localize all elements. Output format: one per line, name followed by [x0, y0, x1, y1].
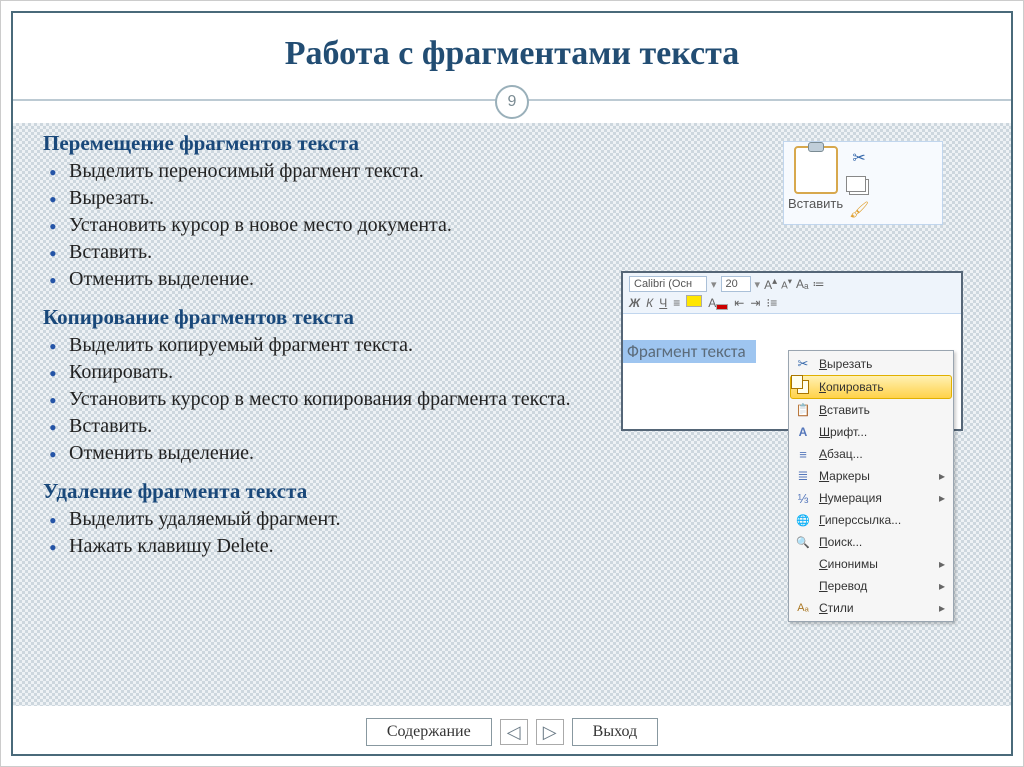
submenu-arrow-icon: ▸ [939, 469, 945, 483]
context-menu-item[interactable]: Гиперссылка... [791, 509, 951, 531]
footer-nav: Содержание ◁ ▷ Выход [13, 718, 1011, 746]
shrink-font-icon[interactable]: A▾ [781, 276, 792, 291]
toolbar-row1: Calibri (Оcн ▾ 20 ▾ A▴ A▾ Aₐ ≔ [629, 276, 955, 292]
decrease-indent-icon[interactable]: ⇤ [734, 296, 744, 310]
copy-icon[interactable] [849, 174, 869, 194]
page-number: 9 [495, 85, 529, 119]
context-menu-label: Поиск... [819, 535, 862, 549]
format-painter-icon[interactable] [849, 200, 869, 220]
context-menu-item[interactable]: Перевод ▸ [791, 575, 951, 597]
context-menu-label: Стили [819, 601, 854, 615]
context-menu-label: Шрифт... [819, 425, 867, 439]
next-slide-button[interactable]: ▷ [536, 719, 564, 745]
page-title: Работа с фрагментами текста [13, 35, 1011, 73]
clipboard-ribbon-snippet: Вставить [783, 141, 943, 225]
submenu-arrow-icon: ▸ [939, 601, 945, 615]
num-icon [795, 490, 811, 506]
copy-icon [795, 379, 811, 395]
list-item: Вставить. [69, 239, 981, 266]
context-menu-item[interactable]: Шрифт... [791, 421, 951, 443]
exit-button[interactable]: Выход [572, 718, 659, 746]
context-menu-item[interactable]: Абзац... [791, 443, 951, 465]
italic-icon[interactable]: К [646, 296, 653, 310]
paste-icon [794, 146, 838, 194]
increase-indent-icon[interactable]: ⇥ [750, 296, 760, 310]
context-menu-item[interactable]: Вставить [791, 399, 951, 421]
align-center-icon[interactable]: ≡ [673, 296, 680, 310]
paste-button[interactable]: Вставить [788, 146, 843, 211]
cut-icon[interactable] [849, 148, 869, 168]
context-menu-label: Маркеры [819, 469, 870, 483]
bullets-icon [795, 468, 811, 484]
change-case-icon[interactable]: Aₐ [796, 277, 808, 291]
context-menu-item[interactable]: Маркеры ▸ [791, 465, 951, 487]
highlight-icon[interactable] [686, 295, 702, 310]
context-menu-label: Вставить [819, 403, 870, 417]
page-number-wrap: 9 [13, 85, 1011, 119]
context-menu-item[interactable]: Копировать [790, 375, 952, 399]
blank-icon [795, 556, 811, 572]
context-menu-item[interactable]: Стили ▸ [791, 597, 951, 619]
font-icon [795, 424, 811, 440]
link-icon [795, 512, 811, 528]
bullet-list-icon[interactable]: ≔ [812, 277, 824, 291]
paste-icon [795, 402, 811, 418]
underline-icon[interactable]: Ч [659, 296, 667, 310]
submenu-arrow-icon: ▸ [939, 491, 945, 505]
submenu-arrow-icon: ▸ [939, 579, 945, 593]
blank-icon [795, 578, 811, 594]
context-menu-label: Перевод [819, 579, 867, 593]
styles-icon [795, 600, 811, 616]
context-menu-label: Копировать [819, 380, 884, 394]
font-color-icon[interactable]: A [708, 296, 728, 310]
bullets-icon[interactable]: ⁝≡ [766, 296, 777, 310]
search-icon [795, 534, 811, 550]
prev-slide-button[interactable]: ◁ [500, 719, 528, 745]
context-menu-label: Синонимы [819, 557, 878, 571]
slide-inner: Работа с фрагментами текста 9 Перемещени… [11, 11, 1013, 756]
font-name-selector[interactable]: Calibri (Оcн [629, 276, 707, 292]
bold-icon[interactable]: Ж [629, 296, 640, 310]
para-icon [795, 446, 811, 462]
context-menu: Вырезать Копировать Вставить Шрифт... Абзац.… [788, 350, 954, 622]
contents-button[interactable]: Содержание [366, 718, 492, 746]
selected-text[interactable]: Фрагмент текста [623, 340, 756, 363]
context-menu-label: Абзац... [819, 447, 863, 461]
mini-toolbar: Calibri (Оcн ▾ 20 ▾ A▴ A▾ Aₐ ≔ Ж К Ч ≡ A [623, 273, 961, 314]
toolbar-row2: Ж К Ч ≡ A ⇤ ⇥ ⁝≡ [629, 295, 955, 310]
context-menu-label: Вырезать [819, 357, 872, 371]
title-area: Работа с фрагментами текста [13, 13, 1011, 73]
context-menu-label: Нумерация [819, 491, 882, 505]
cut-icon [795, 356, 811, 372]
slide: Работа с фрагментами текста 9 Перемещени… [0, 0, 1024, 767]
grow-font-icon[interactable]: A▴ [764, 276, 777, 292]
context-menu-label: Гиперссылка... [819, 513, 901, 527]
context-menu-item[interactable]: Вырезать [791, 353, 951, 375]
context-menu-item[interactable]: Нумерация ▸ [791, 487, 951, 509]
document-area[interactable]: Фрагмент текста Вырезать Копировать Встави… [623, 314, 961, 429]
font-size-selector[interactable]: 20 [721, 276, 751, 292]
context-menu-item[interactable]: Синонимы ▸ [791, 553, 951, 575]
clipboard-side [849, 148, 869, 220]
submenu-arrow-icon: ▸ [939, 557, 945, 571]
paste-label: Вставить [788, 196, 843, 211]
context-menu-item[interactable]: Поиск... [791, 531, 951, 553]
word-snippet: Calibri (Оcн ▾ 20 ▾ A▴ A▾ Aₐ ≔ Ж К Ч ≡ A [621, 271, 963, 431]
